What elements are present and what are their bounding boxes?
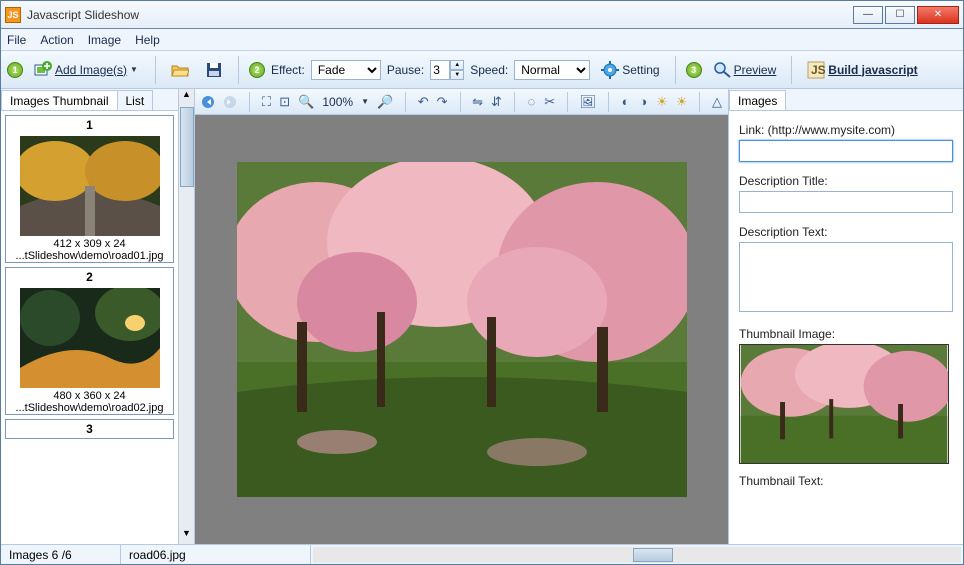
thumbnail-list[interactable]: 1 412 x 309 x 24 ...tSlideshow\demo\road… bbox=[1, 111, 178, 544]
thumbnail-item[interactable]: 3 bbox=[5, 419, 174, 439]
js-icon: JS bbox=[807, 61, 825, 79]
tab-thumbnails[interactable]: Images Thumbnail bbox=[1, 90, 118, 110]
dropdown-caret-icon: ▼ bbox=[130, 65, 140, 74]
link-input[interactable] bbox=[739, 140, 953, 162]
main-image bbox=[237, 162, 687, 497]
brightness-down-icon[interactable]: ☀ bbox=[656, 93, 668, 111]
effect-label: Effect: bbox=[271, 63, 305, 77]
setting-button[interactable]: Setting bbox=[596, 57, 664, 83]
crop-icon[interactable]: ✂ bbox=[544, 93, 555, 111]
thumbnail-item[interactable]: 2 480 x 360 x 24 ...tSlideshow\demo\road… bbox=[5, 267, 174, 415]
zoom-out-icon[interactable]: 🔎 bbox=[377, 93, 393, 111]
thumbnail-preview[interactable] bbox=[739, 344, 949, 464]
tab-list[interactable]: List bbox=[117, 90, 154, 110]
contrast-down-icon[interactable]: ◐ bbox=[621, 93, 631, 111]
first-icon[interactable] bbox=[201, 93, 215, 111]
step-1-badge: 1 bbox=[7, 62, 23, 78]
pause-spin-up[interactable]: ▲ bbox=[450, 60, 464, 70]
desc-title-input[interactable] bbox=[739, 191, 953, 213]
center-pane: ⛶ ⊡ 🔍 100% ▼ 🔎 ↶ ↷ ⇋ ⇵ ◌ ✂ 🖼 ◐ ◑ bbox=[195, 89, 728, 544]
thumb-image-label: Thumbnail Image: bbox=[739, 327, 953, 341]
contrast-up-icon[interactable]: ◑ bbox=[638, 93, 648, 111]
splitter-scrollbar[interactable]: ▲ ▼ bbox=[179, 89, 195, 544]
thumbnail-item[interactable]: 1 412 x 309 x 24 ...tSlideshow\demo\road… bbox=[5, 115, 174, 263]
step-3-badge: 3 bbox=[686, 62, 702, 78]
menu-help[interactable]: Help bbox=[135, 33, 160, 47]
speed-select[interactable]: Normal bbox=[514, 60, 590, 80]
pause-spin-down[interactable]: ▼ bbox=[450, 70, 464, 80]
thumb-text-label: Thumbnail Text: bbox=[739, 474, 953, 488]
preview-label: Preview bbox=[734, 63, 777, 77]
add-image-icon bbox=[34, 61, 52, 79]
rotate-right-icon[interactable]: ↷ bbox=[437, 93, 448, 111]
menu-image[interactable]: Image bbox=[88, 33, 121, 47]
maximize-button[interactable]: ☐ bbox=[885, 6, 915, 24]
fit-icon[interactable]: ⛶ bbox=[262, 93, 272, 111]
pause-label: Pause: bbox=[387, 63, 424, 77]
resize-icon[interactable]: ◌ bbox=[526, 93, 536, 111]
app-icon: JS bbox=[5, 7, 21, 23]
zoom-in-icon[interactable]: 🔍 bbox=[298, 93, 314, 111]
step-2-badge: 2 bbox=[249, 62, 265, 78]
save-button[interactable] bbox=[200, 57, 228, 83]
save-icon bbox=[205, 61, 223, 79]
build-label: Build javascript bbox=[828, 63, 917, 77]
right-pane: Images Link: (http://www.mysite.com) Des… bbox=[728, 89, 963, 544]
menu-action[interactable]: Action bbox=[40, 33, 73, 47]
sharpen-icon[interactable]: △ bbox=[712, 93, 722, 111]
h-scrollbar[interactable] bbox=[313, 547, 961, 563]
magnifier-icon bbox=[713, 61, 731, 79]
close-button[interactable]: ✕ bbox=[917, 6, 959, 24]
setting-label: Setting bbox=[622, 63, 659, 77]
zoom-level[interactable]: 100% bbox=[322, 95, 353, 109]
build-button[interactable]: JS Build javascript bbox=[802, 57, 922, 83]
folder-open-icon bbox=[171, 61, 189, 79]
minimize-button[interactable]: — bbox=[853, 6, 883, 24]
gear-icon bbox=[601, 61, 619, 79]
thumb-image-2 bbox=[20, 288, 160, 388]
link-label: Link: (http://www.mysite.com) bbox=[739, 123, 953, 137]
add-images-label: Add Image(s) bbox=[55, 63, 127, 77]
convert-icon[interactable]: 🖼 bbox=[580, 93, 597, 111]
desc-text-input[interactable] bbox=[739, 242, 953, 312]
left-pane: Images Thumbnail List 1 412 x 309 x 24 .… bbox=[1, 89, 179, 544]
tab-images[interactable]: Images bbox=[729, 90, 786, 110]
pause-input[interactable] bbox=[430, 60, 450, 80]
status-bar: Images 6 /6 road06.jpg bbox=[1, 544, 963, 564]
status-count: Images 6 /6 bbox=[1, 545, 121, 564]
open-button[interactable] bbox=[166, 57, 194, 83]
effect-select[interactable]: Fade bbox=[311, 60, 381, 80]
flip-h-icon[interactable]: ⇋ bbox=[472, 93, 483, 111]
image-toolbar: ⛶ ⊡ 🔍 100% ▼ 🔎 ↶ ↷ ⇋ ⇵ ◌ ✂ 🖼 ◐ ◑ bbox=[195, 89, 728, 115]
rotate-left-icon[interactable]: ↶ bbox=[418, 93, 429, 111]
preview-button[interactable]: Preview bbox=[708, 57, 782, 83]
status-file: road06.jpg bbox=[121, 545, 311, 564]
last-icon[interactable] bbox=[223, 93, 237, 111]
actual-size-icon[interactable]: ⊡ bbox=[279, 93, 290, 111]
window-title: Javascript Slideshow bbox=[27, 8, 853, 22]
speed-label: Speed: bbox=[470, 63, 508, 77]
add-images-button[interactable]: Add Image(s) ▼ bbox=[29, 57, 145, 83]
brightness-up-icon[interactable]: ☀ bbox=[676, 93, 688, 111]
desc-title-label: Description Title: bbox=[739, 174, 953, 188]
menu-file[interactable]: File bbox=[7, 33, 26, 47]
svg-text:JS: JS bbox=[811, 63, 825, 77]
zoom-caret-icon[interactable]: ▼ bbox=[361, 97, 369, 106]
thumb-image-1 bbox=[20, 136, 160, 236]
menu-bar: File Action Image Help bbox=[1, 29, 963, 51]
title-bar: JS Javascript Slideshow — ☐ ✕ bbox=[1, 1, 963, 29]
main-toolbar: 1 Add Image(s) ▼ 2 Effect: Fade Pause: bbox=[1, 51, 963, 89]
image-canvas[interactable] bbox=[195, 115, 728, 544]
desc-text-label: Description Text: bbox=[739, 225, 953, 239]
flip-v-icon[interactable]: ⇵ bbox=[491, 93, 502, 111]
